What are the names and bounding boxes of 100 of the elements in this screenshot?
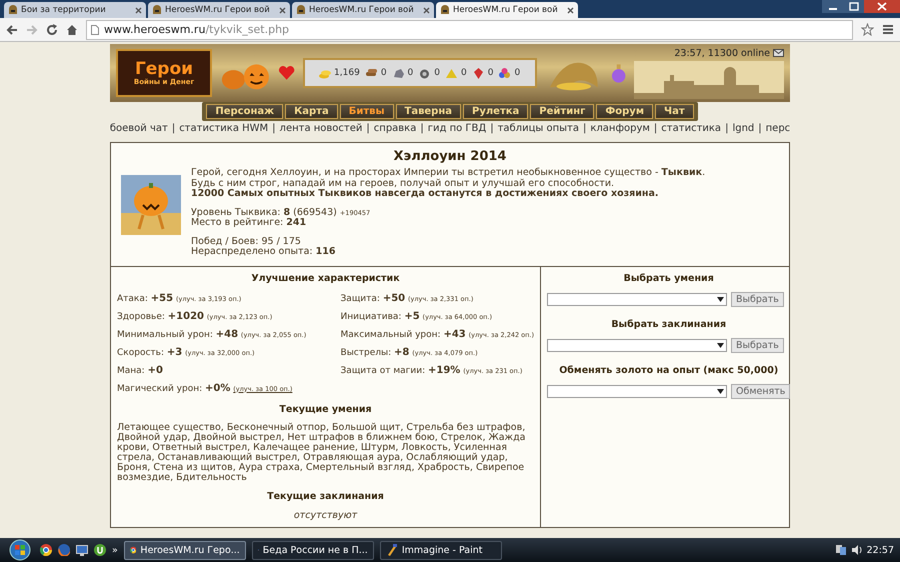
link-separator: | <box>490 123 494 134</box>
section-heading: Улучшение характеристик <box>250 272 401 284</box>
address-field[interactable]: www.heroeswm.ru/tykvik_set.php <box>86 20 853 40</box>
link-separator: | <box>272 123 276 134</box>
star-icon[interactable] <box>861 23 874 36</box>
link-separator: | <box>366 123 370 134</box>
resource-count: 0 <box>488 68 494 78</box>
nav-link[interactable]: гид по ГВД <box>428 123 486 134</box>
nav-button[interactable]: Битвы <box>340 104 394 119</box>
event-title: Хэллоуин 2014 <box>392 148 508 166</box>
link-separator: | <box>582 123 586 134</box>
link-separator: | <box>654 123 658 134</box>
nav-button[interactable]: Рулетка <box>463 104 528 119</box>
skills-text: Летающее существо, Бесконечный отпор, Большой щит, Стрельба без штрафов, Двойной удар, Двойной выстрел, Нет штрафов в ближнем бою, Стрелок, Жажда крови, Ответный выстрел, Калечащее ранение, Штурм, Ловкость, Усиленная стрела, Останавливающий выстрел, Отравляющая аура, Ослабляющий удар, Броня, Стена из щитов, Аура страха, Смертельный взгляд, Храбрость, Свирепое возмездие, Бдительность <box>117 422 526 482</box>
mail-icon[interactable] <box>773 49 784 57</box>
nav-link[interactable]: перс <box>766 123 790 134</box>
dropdown[interactable] <box>547 292 727 306</box>
level-line: Уровень Тыквика: 8 (669543) <box>191 206 337 218</box>
flask-icon <box>418 67 432 79</box>
helmet-icon <box>296 5 306 15</box>
nav-link[interactable]: статистика HWM <box>179 123 268 134</box>
menu-icon[interactable] <box>882 24 894 35</box>
back-icon[interactable] <box>6 24 18 36</box>
action-button[interactable]: Обменять <box>731 384 790 398</box>
nav-link[interactable]: боевой чат <box>110 123 168 134</box>
helmet-icon <box>440 5 450 15</box>
section-heading: Текущие умения <box>278 404 373 414</box>
stone-icon <box>392 67 405 79</box>
close-icon[interactable] <box>423 6 430 14</box>
home-icon[interactable] <box>66 24 78 36</box>
section-heading: Текущие заклинания <box>266 490 385 502</box>
resource-count: 0 <box>408 68 414 78</box>
maximize-icon[interactable] <box>844 0 864 13</box>
intro-text: Герой, сегодня Хеллоуин, и на просторах Империи ты встретил необыкновенное существо - Тыквик. <box>191 168 706 178</box>
online-status: 23:57, 11300 online <box>674 48 770 58</box>
action-button[interactable]: Выбрать <box>731 338 784 352</box>
caret-icon <box>717 342 724 348</box>
browser-tab[interactable]: HeroesWM.ru Герои вой <box>436 2 578 18</box>
round-browser-icon <box>130 544 136 556</box>
pumpkin-creature-drawing <box>121 175 181 235</box>
intro-text: Будь с ним строг, нападай им на героев, получай опыт и улучшай его способности. <box>191 178 616 189</box>
resource-count: 1,169 <box>334 68 360 78</box>
caret-icon <box>717 296 724 302</box>
nav-button[interactable]: Карта <box>285 104 338 119</box>
gems-icon <box>498 67 512 79</box>
nav-link[interactable]: лента новостей <box>280 123 362 134</box>
wins-line: Побед / Боев: 95 / 175 <box>191 236 302 247</box>
logs-icon <box>364 67 378 79</box>
crystal-icon <box>472 67 485 79</box>
link-separator: | <box>172 123 176 134</box>
caret-icon <box>717 388 724 394</box>
nav-link[interactable]: справка <box>374 123 416 134</box>
taskbar-button[interactable]: Immagine - Paint <box>380 540 502 560</box>
heart-icon[interactable] <box>278 65 296 81</box>
free-exp-line: Нераспределено опыта: 116 <box>191 247 336 258</box>
nav-link[interactable]: статистика <box>661 123 722 134</box>
nav-button[interactable]: Форум <box>596 104 653 119</box>
spells-text: отсутствуют <box>292 510 358 520</box>
rank-line: Место в рейтинге: 241 <box>191 218 308 228</box>
taskbar-button[interactable]: HeroesWM.ru Геро... <box>124 540 246 560</box>
reload-icon[interactable] <box>46 24 58 36</box>
close-icon[interactable] <box>567 6 574 14</box>
browser-tab[interactable]: Бои за территории <box>4 2 146 18</box>
browser-tab[interactable]: HeroesWM.ru Герои вой <box>148 2 290 18</box>
speaker-icon[interactable] <box>850 544 863 556</box>
resource-count: 0 <box>380 68 387 78</box>
action-button[interactable]: Выбрать <box>731 292 784 306</box>
intro-bold-text: 12000 Самых опытных Тыквиков навсегда останутся в достижениях своего хозяина. <box>191 189 660 200</box>
link-separator: | <box>420 123 424 134</box>
minimize-icon[interactable] <box>822 0 844 13</box>
nav-link[interactable]: таблицы опыта <box>498 123 579 134</box>
nav-button[interactable]: Персонаж <box>206 104 284 119</box>
section-heading: Выбрать заклинания <box>610 318 728 330</box>
desktop-icon[interactable] <box>76 544 88 556</box>
close-icon[interactable] <box>864 0 900 13</box>
clock: 22:57 <box>866 544 894 556</box>
nav-button[interactable]: Рейтинг <box>530 104 594 119</box>
dropdown[interactable] <box>547 338 727 352</box>
nav-link[interactable]: кланфорум <box>590 123 650 134</box>
page-icon <box>91 24 99 34</box>
section-heading: Выбрать умения <box>622 272 715 284</box>
nav-button[interactable]: Таверна <box>396 104 461 119</box>
letter-u-icon[interactable] <box>94 544 106 556</box>
nav-button[interactable]: Чат <box>655 104 694 119</box>
section-heading: Обменять золото на опыт (макс 50,000) <box>558 364 780 376</box>
round-browser-icon <box>40 544 52 556</box>
close-icon[interactable] <box>279 6 286 14</box>
network-icon[interactable] <box>834 544 847 556</box>
resource-count: 0 <box>461 68 467 78</box>
link-separator: | <box>758 123 762 134</box>
heap-icon <box>445 67 458 79</box>
dropdown[interactable] <box>547 384 727 398</box>
resource-count: 0 <box>514 68 520 78</box>
taskbar-button[interactable]: Беда России не в П... <box>252 540 374 560</box>
more-button[interactable]: » <box>112 544 118 556</box>
nav-link[interactable]: lgnd <box>732 123 754 134</box>
browser-tab[interactable]: HeroesWM.ru Герои вой <box>292 2 434 18</box>
stat-line: Мана: +0 <box>117 364 164 378</box>
link-separator: | <box>725 123 728 134</box>
close-icon[interactable] <box>135 6 142 14</box>
